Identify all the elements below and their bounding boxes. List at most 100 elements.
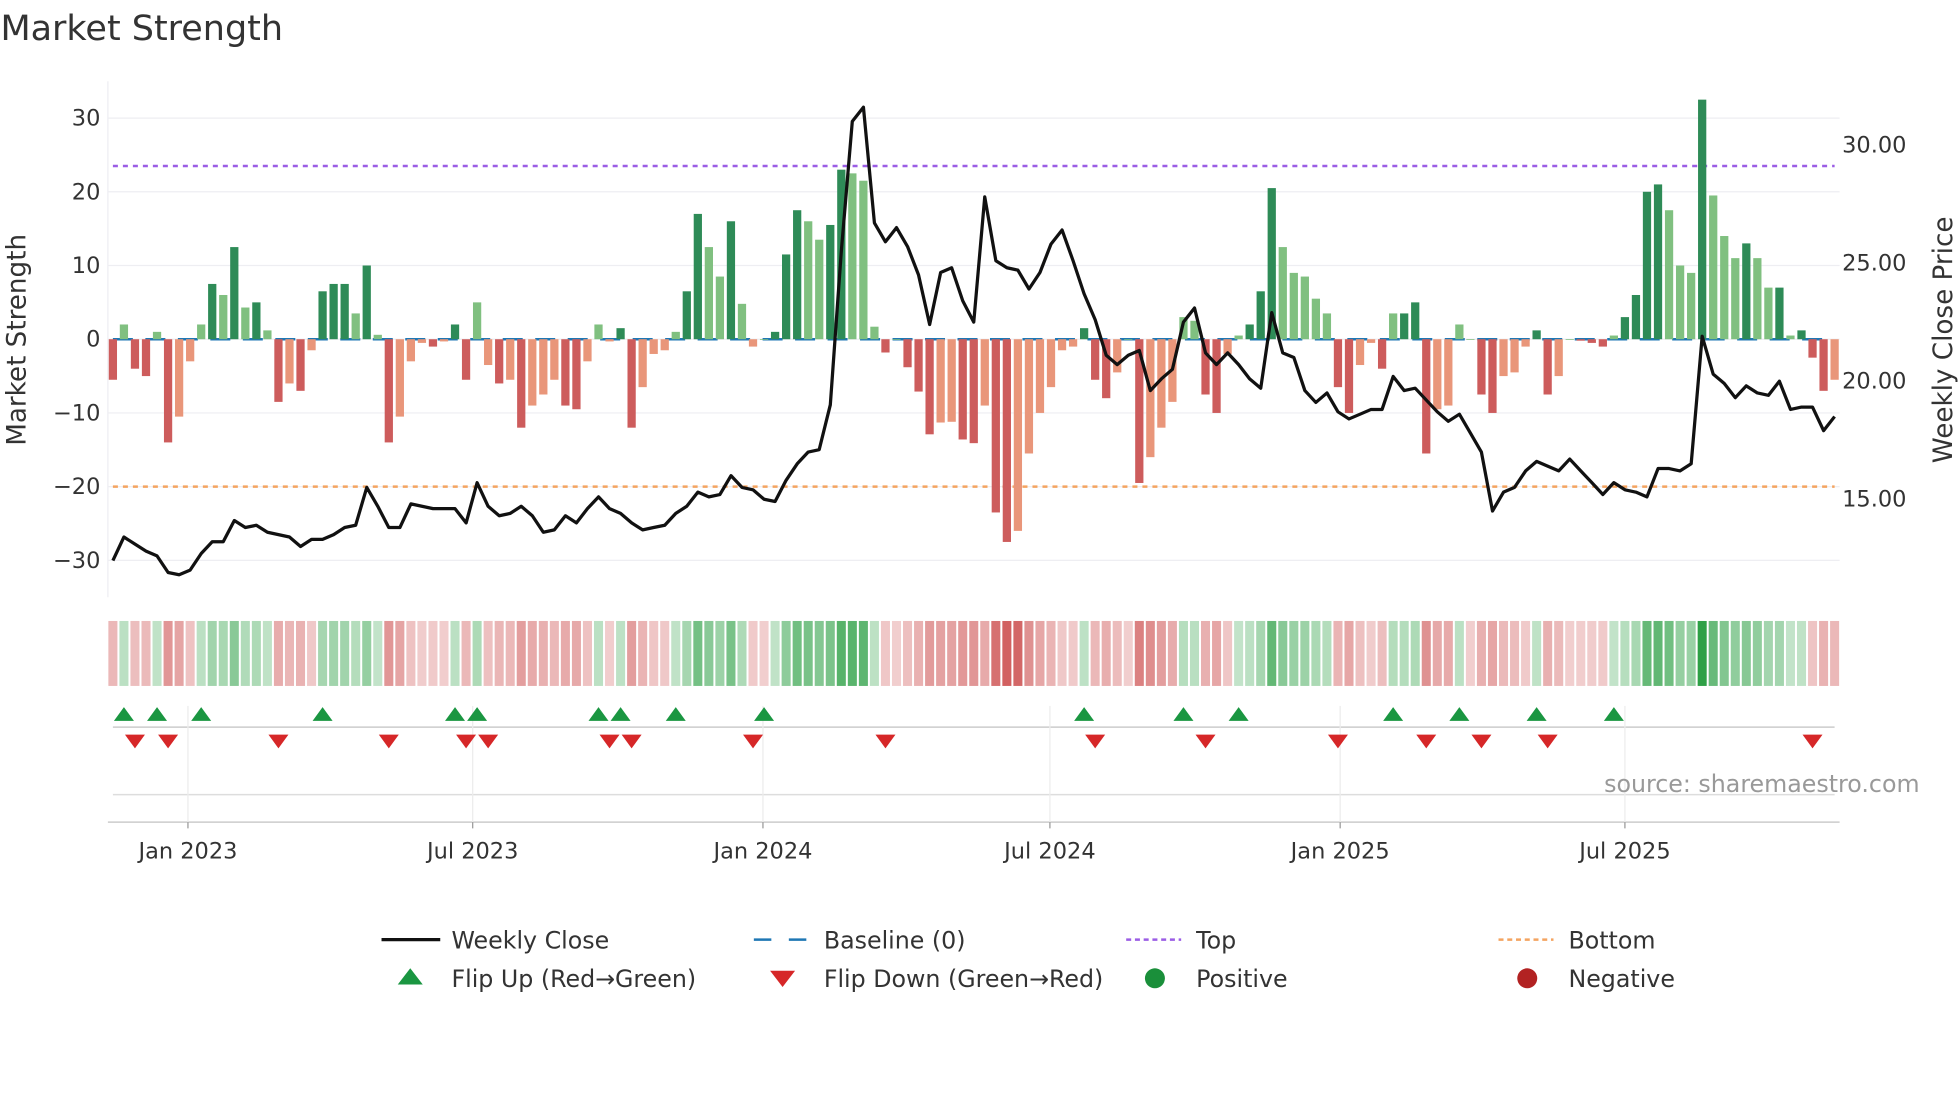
- flip-up-marker: [1526, 707, 1547, 721]
- strength-bar: [980, 339, 989, 406]
- strength-bar: [495, 339, 504, 384]
- strength-bar: [351, 313, 360, 340]
- x-tick-label: Jul 2025: [1577, 838, 1670, 864]
- heat-cell: [295, 620, 306, 686]
- heat-cell: [130, 620, 140, 686]
- heat-cell: [1322, 620, 1332, 686]
- strength-bar: [1819, 339, 1828, 391]
- strength-bar: [1278, 247, 1287, 340]
- legend-item-dot-bottom: Bottom: [1498, 926, 1655, 954]
- source-label: source: sharemaestro.com: [1604, 770, 1919, 798]
- heat-cell: [1730, 620, 1740, 686]
- strength-bar: [1068, 339, 1078, 347]
- heat-cell: [781, 620, 791, 686]
- strength-bar: [605, 339, 614, 342]
- strength-bar: [1389, 313, 1398, 340]
- strength-bar: [384, 339, 393, 443]
- heat-cell: [737, 620, 747, 686]
- strength-bar: [859, 180, 868, 340]
- heat-cell: [1465, 620, 1475, 686]
- strength-bar: [252, 302, 261, 340]
- heat-cell: [1675, 620, 1685, 686]
- heat-cell: [770, 620, 780, 686]
- strength-bar: [362, 265, 371, 340]
- strength-bar: [329, 283, 338, 340]
- strength-bar: [296, 339, 305, 391]
- heat-cell: [914, 620, 924, 686]
- heat-cell: [1355, 620, 1365, 686]
- heat-cell: [803, 620, 813, 686]
- strength-bar: [1256, 291, 1265, 340]
- strength-bar: [594, 324, 603, 340]
- strength-bar: [1057, 339, 1067, 351]
- flip-up-marker: [665, 707, 686, 721]
- heat-cell: [1256, 620, 1266, 686]
- heat-cell: [1333, 620, 1343, 686]
- heat-cell: [1101, 620, 1111, 686]
- flip-down-marker: [1327, 734, 1348, 749]
- legend-item-tri-up: Flip Up (Red→Green): [397, 965, 696, 993]
- flip-up-marker: [113, 707, 134, 721]
- heat-cell: [1521, 620, 1531, 686]
- strength-bar: [1565, 339, 1574, 340]
- strength-bar: [163, 339, 173, 443]
- strength-bar: [1300, 276, 1309, 340]
- strength-bar: [1311, 298, 1321, 340]
- flip-up-marker: [445, 707, 466, 721]
- heat-cell: [307, 620, 317, 686]
- heat-cell: [616, 620, 626, 686]
- strength-bar: [1742, 243, 1751, 340]
- legend-label: Flip Up (Red→Green): [451, 965, 696, 993]
- strength-bar: [318, 291, 327, 340]
- heat-cell: [229, 620, 239, 686]
- heat-cell: [980, 620, 990, 686]
- strength-bar: [793, 210, 802, 340]
- strength-bar: [263, 330, 272, 340]
- strength-bar: [373, 334, 382, 340]
- strength-bar: [848, 173, 857, 340]
- strength-bar: [671, 331, 680, 340]
- heat-cell: [682, 620, 692, 686]
- strength-bar: [461, 339, 471, 380]
- heat-cell: [1785, 620, 1795, 686]
- heat-cell: [1609, 620, 1619, 686]
- heat-cell: [1487, 620, 1497, 686]
- circle-icon: [1517, 968, 1538, 989]
- strength-bar: [1664, 210, 1674, 340]
- legend-label: Top: [1195, 926, 1236, 954]
- flip-up-marker: [467, 707, 488, 721]
- strength-bar: [1576, 339, 1585, 341]
- heat-cell: [196, 620, 206, 686]
- heat-cell: [340, 620, 350, 686]
- heat-cell: [1565, 620, 1575, 686]
- heat-cell: [748, 620, 758, 686]
- heat-cell: [1454, 620, 1464, 686]
- axis-ticks: 30 20 10 0 −10 −20 −30 30.00 25.00 20.00 15.00 Jan …: [53, 106, 1906, 865]
- heat-cell: [969, 620, 979, 686]
- x-tick-label: Jul 2024: [1002, 838, 1095, 864]
- heat-cell: [1024, 620, 1034, 686]
- flip-up-marker: [312, 707, 333, 721]
- strength-bar: [892, 339, 901, 340]
- strength-bar: [1444, 339, 1453, 406]
- flip-up-marker: [147, 707, 168, 721]
- heat-cell: [1090, 620, 1100, 686]
- heat-cell: [1178, 620, 1188, 686]
- heat-cell: [1300, 620, 1310, 686]
- strength-bar: [119, 324, 129, 340]
- heat-cell: [991, 620, 1001, 686]
- heat-cell: [1245, 620, 1255, 686]
- heat-cell: [1145, 620, 1155, 686]
- strength-bar: [770, 331, 780, 340]
- heat-cell: [1112, 620, 1122, 686]
- strength-bar: [1543, 339, 1552, 395]
- heat-cell: [1752, 620, 1762, 686]
- heat-cell: [560, 620, 570, 686]
- strength-bar: [782, 254, 791, 340]
- heat-cell: [373, 620, 383, 686]
- heat-cell: [759, 620, 769, 686]
- legend-label: Weekly Close: [451, 926, 609, 954]
- strength-bar: [826, 224, 835, 340]
- strength-bar: [1598, 339, 1607, 347]
- strength-bar: [1355, 339, 1365, 366]
